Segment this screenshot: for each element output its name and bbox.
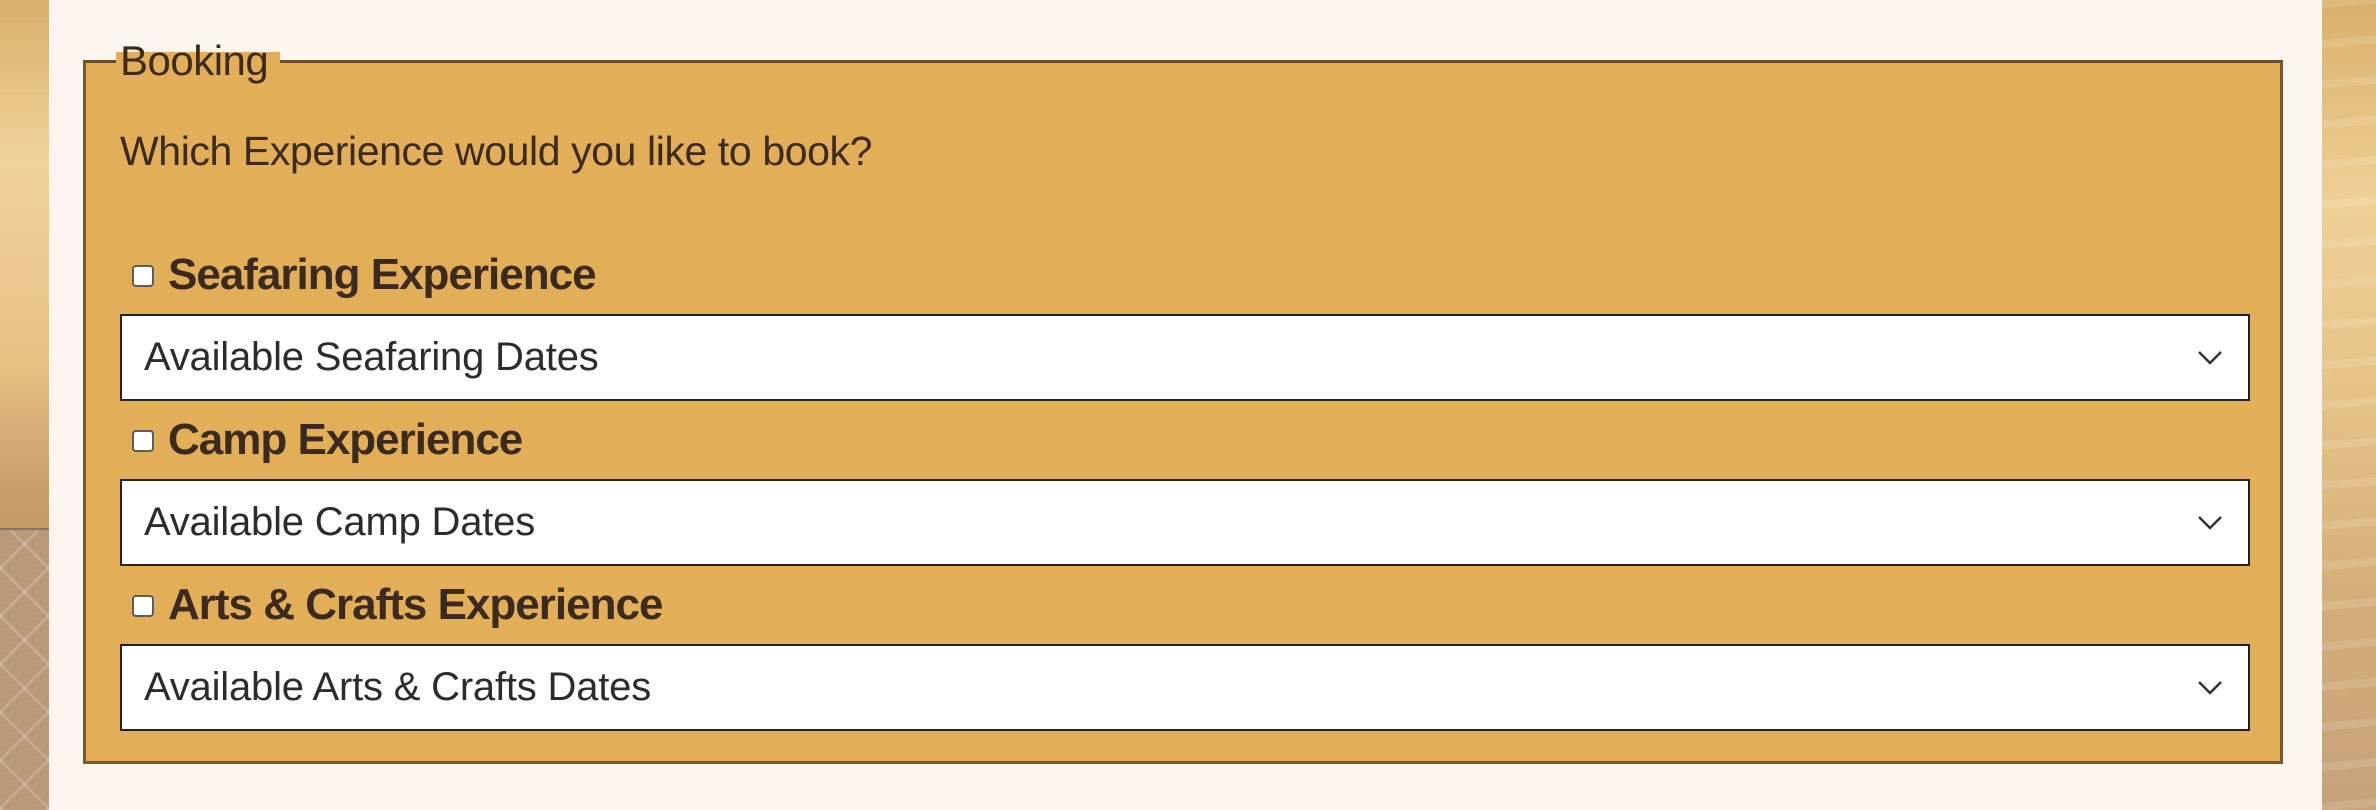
background-image-right <box>2322 0 2376 810</box>
booking-question: Which Experience would you like to book? <box>120 128 873 174</box>
background-fence <box>0 530 49 810</box>
seafaring-checkbox[interactable] <box>132 265 154 287</box>
camp-label[interactable]: Camp Experience <box>168 415 523 465</box>
booking-legend: Booking <box>120 37 269 84</box>
chevron-down-icon <box>2198 676 2222 700</box>
chevron-down-icon <box>2198 511 2222 535</box>
seafaring-option: Seafaring Experience <box>132 250 597 300</box>
camp-dates-select[interactable]: Available Camp Dates <box>120 479 2250 566</box>
background-image-left <box>0 0 49 810</box>
arts-crafts-checkbox[interactable] <box>132 595 154 617</box>
camp-checkbox[interactable] <box>132 430 154 452</box>
arts-crafts-label[interactable]: Arts & Crafts Experience <box>168 580 663 630</box>
seafaring-label[interactable]: Seafaring Experience <box>168 250 597 300</box>
camp-dates-value: Available Camp Dates <box>144 500 536 544</box>
seafaring-dates-value: Available Seafaring Dates <box>144 335 599 379</box>
seafaring-dates-select[interactable]: Available Seafaring Dates <box>120 314 2250 401</box>
arts-crafts-option: Arts & Crafts Experience <box>132 580 663 630</box>
camp-option: Camp Experience <box>132 415 523 465</box>
arts-crafts-dates-select[interactable]: Available Arts & Crafts Dates <box>120 644 2250 731</box>
arts-crafts-dates-value: Available Arts & Crafts Dates <box>144 665 652 709</box>
chevron-down-icon <box>2198 346 2222 370</box>
